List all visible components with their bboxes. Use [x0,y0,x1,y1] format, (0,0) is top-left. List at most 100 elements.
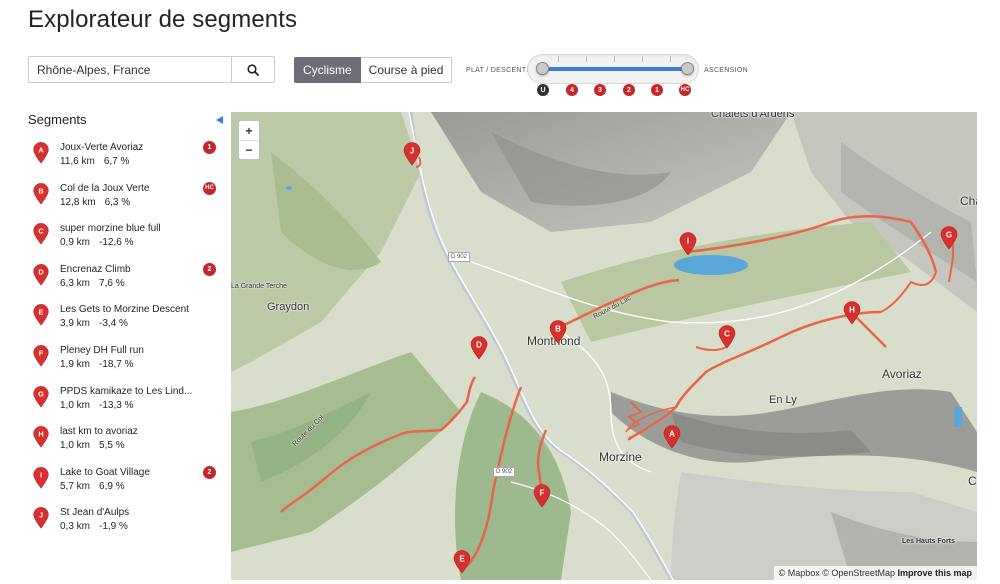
segment-grade: 5,5 % [99,440,125,452]
zoom-out-button[interactable]: − [239,140,259,159]
svg-text:A: A [38,146,44,155]
segment-stats: 12,8 km 6,3 % [60,197,139,208]
zoom-in-button[interactable]: + [239,121,259,140]
category-badge-3: 3 [594,84,606,96]
slider-max-handle[interactable] [681,62,694,75]
segment-distance: 0,3 km [60,521,91,533]
svg-text:H: H [38,430,43,439]
attribution-mapbox-link[interactable]: © Mapbox [779,568,820,578]
map-marker-j[interactable]: J [403,142,421,166]
category-badge-4: 4 [566,84,578,96]
map-marker-b[interactable]: B [549,320,567,344]
place-label-c-edge: C [968,474,977,488]
segment-distance: 1,0 km [60,399,91,411]
segment-grade: -13,3 % [99,399,134,411]
place-label-chalets: Chalets d'Ardens [711,112,795,120]
segment-item[interactable]: B Col de la Joux Verte 12,8 km 6,3 % HC [32,181,222,222]
segment-stats: 0,3 km -1,9 % [60,521,137,532]
segment-stats: 3,9 km -3,4 % [60,318,137,329]
svg-text:I: I [40,470,42,479]
svg-text:G: G [38,389,44,398]
svg-text:C: C [724,330,730,339]
segment-marker-icon: I [32,467,50,489]
segment-distance: 1,9 km [60,358,91,370]
map[interactable]: + − Chalets d'Ardens Cha La Grande Terch… [231,112,977,580]
map-marker-i[interactable]: I [679,232,697,256]
segment-name: super morzine blue full [60,223,161,235]
map-marker-h[interactable]: H [843,301,861,325]
segment-grade: 6,3 % [104,196,131,208]
category-badge-1: 1 [651,84,663,96]
collapse-sidebar-icon[interactable] [216,116,223,124]
segment-marker-icon: B [32,182,50,205]
map-marker-e[interactable]: E [453,550,471,574]
svg-text:I: I [687,237,689,246]
segment-stats: 1,0 km 5,5 % [60,440,134,451]
segment-name: Lake to Goat Village [60,466,150,478]
segment-name: St Jean d'Aulps [60,507,130,519]
segment-distance: 3,9 km [60,318,91,330]
map-marker-f[interactable]: F [533,484,551,508]
segment-item[interactable]: E Les Gets to Morzine Descent 3,9 km -3,4 % [32,302,222,343]
segment-marker-icon: G [32,385,50,408]
segments-heading: Segments [28,112,87,127]
segment-marker-icon: A [32,142,50,164]
slider-tick [614,56,615,62]
attribution-osm-link[interactable]: © OpenStreetMap [822,568,895,578]
segment-distance: 5,7 km [60,480,91,492]
svg-text:H: H [849,306,855,315]
terrain-map [231,112,977,580]
svg-text:E: E [39,308,44,317]
slider-tick [586,56,587,62]
improve-map-link[interactable]: Improve this map [897,568,972,578]
svg-text:A: A [669,430,675,439]
search-button[interactable] [231,56,275,83]
segment-list: A Joux-Verte Avoriaz 11,6 km 6,7 % 1 B Col de … [32,140,222,546]
place-label-avoriaz: Avoriaz [882,367,922,381]
segment-grade: 6,7 % [103,156,130,167]
page-title: Explorateur de segments [28,6,298,33]
segment-stats: 5,7 km 6,9 % [60,481,134,492]
location-search-input[interactable] [28,56,231,83]
slider-tick [558,56,559,62]
slider-right-label: ASCENSION [704,67,748,74]
segment-grade: 7,6 % [99,277,125,289]
segment-name: Les Gets to Morzine Descent [60,304,189,316]
segment-item[interactable]: J St Jean d'Aulps 0,3 km -1,9 % [32,505,222,546]
segment-item[interactable]: I Lake to Goat Village 5,7 km 6,9 % 2 [32,465,222,506]
segment-marker-icon: H [32,426,50,448]
sport-running-button[interactable]: Course à pied [360,57,453,83]
location-search [28,56,275,83]
svg-text:J: J [39,511,43,520]
segment-marker-icon: J [32,507,50,529]
slider-range-track [541,67,687,71]
segment-item[interactable]: F Pleney DH Full run 1,9 km -18,7 % [32,343,222,384]
segment-marker-icon: E [32,304,50,326]
road-badge-d902: D 902 [493,467,516,477]
place-label-en-ly: En Ly [769,394,797,406]
map-attribution: © Mapbox © OpenStreetMap Improve this ma… [773,566,977,580]
segment-category-badge: 1 [203,141,216,154]
map-marker-g[interactable]: G [940,226,958,250]
segment-grade: 6,9 % [99,480,125,492]
slider-min-handle[interactable] [536,62,549,75]
segment-item[interactable]: D Encrenaz Climb 6,3 km 7,6 % 2 [32,262,222,303]
segment-distance: 11,6 km [60,156,95,167]
segment-category-badge: HC [203,181,216,195]
category-badge-u: U [537,84,549,96]
segment-item[interactable]: A Joux-Verte Avoriaz 11,6 km 6,7 % 1 [32,140,222,181]
segment-category-badge: 2 [203,465,216,479]
segment-item[interactable]: Csuper morzine blue full 0,9 km -12,6 % [32,221,222,262]
map-marker-a[interactable]: A [663,425,681,449]
svg-text:J: J [410,147,414,156]
segment-item[interactable]: Hlast km to avoriaz 1,0 km 5,5 % [32,424,222,465]
svg-text:C: C [38,227,44,236]
segment-distance: 6,3 km [60,277,91,289]
place-label-hauts-forts: Les Hauts Forts [902,538,955,545]
segment-grade: -18,7 % [99,358,134,370]
map-marker-d[interactable]: D [470,336,488,360]
map-marker-c[interactable]: C [718,325,736,349]
search-icon [247,63,259,76]
sport-cycling-button[interactable]: Cyclisme [294,57,361,83]
segment-item[interactable]: G PPDS kamikaze to Les Lind... 1,0 km -13,3… [32,384,222,425]
